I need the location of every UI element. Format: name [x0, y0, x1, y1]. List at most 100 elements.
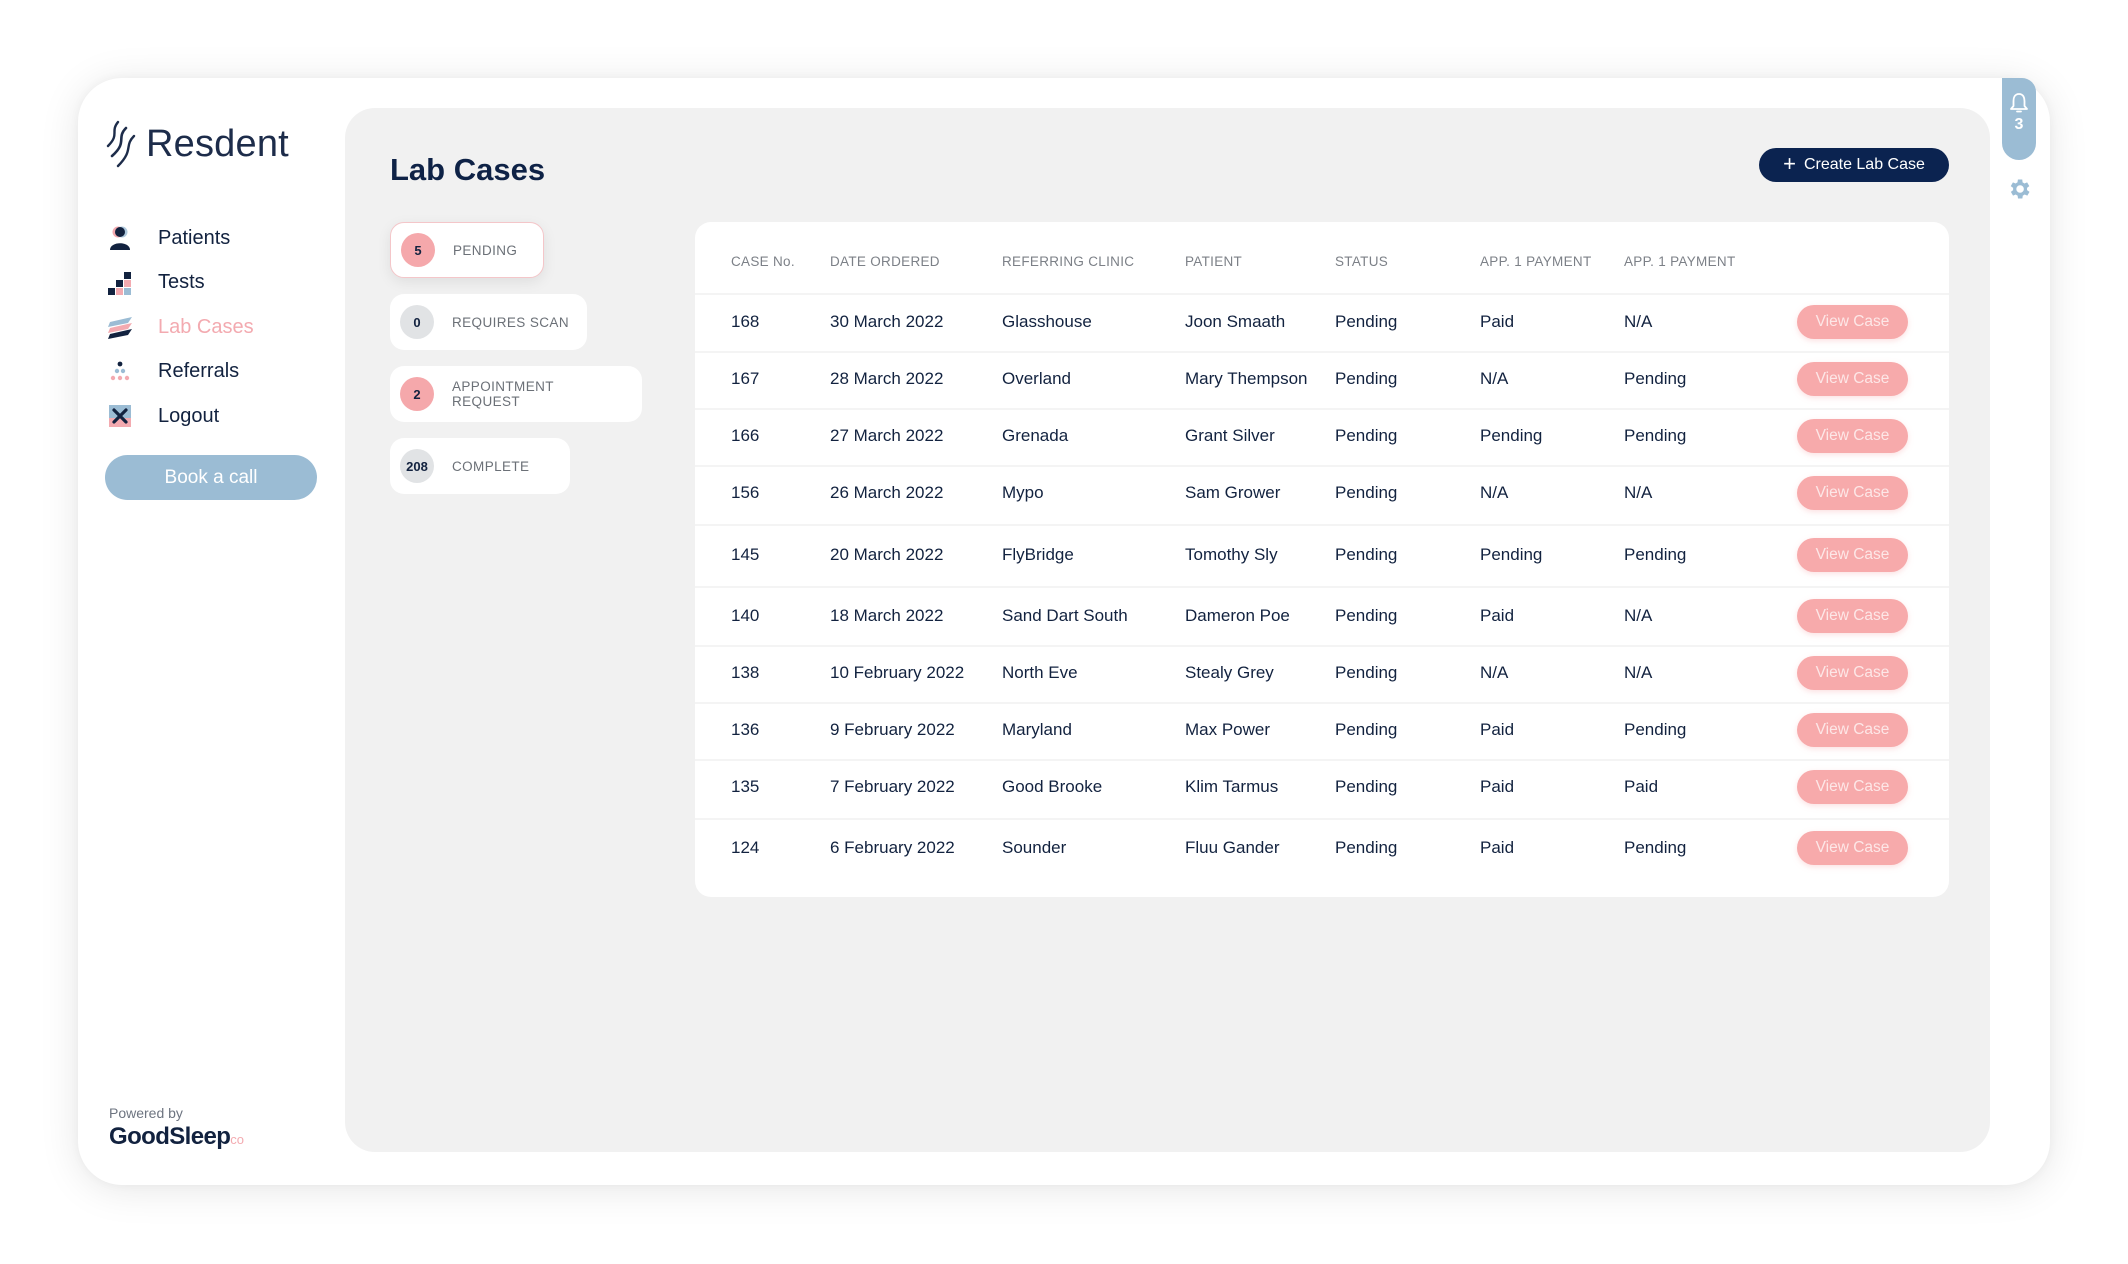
- view-case-button[interactable]: View Case: [1797, 599, 1908, 633]
- cell-status: Pending: [1335, 606, 1398, 625]
- cell-app2-payment: Pending: [1624, 369, 1687, 388]
- cell-referring-clinic: North Eve: [1002, 663, 1078, 682]
- cell-date-ordered: 9 February 2022: [830, 720, 955, 739]
- brand-logo[interactable]: Resdent: [102, 120, 289, 168]
- table-row: 156 26 March 2022 Mypo Sam Grower Pending N/A…: [695, 465, 1949, 526]
- cell-referring-clinic: Maryland: [1002, 720, 1072, 739]
- sidebar-item-patients[interactable]: Patients: [106, 216, 254, 261]
- cell-date-ordered: 30 March 2022: [830, 312, 944, 331]
- cell-case-number: 140: [731, 606, 760, 625]
- create-lab-case-button[interactable]: + Create Lab Case: [1759, 148, 1949, 182]
- cell-status: Pending: [1335, 369, 1398, 388]
- cell-status: Pending: [1335, 838, 1398, 857]
- cell-referring-clinic: Sounder: [1002, 838, 1067, 857]
- cell-referring-clinic: Good Brooke: [1002, 777, 1103, 796]
- view-case-button[interactable]: View Case: [1797, 362, 1908, 396]
- cell-referring-clinic: FlyBridge: [1002, 545, 1074, 564]
- cell-app1-payment: N/A: [1480, 483, 1509, 502]
- view-case-button[interactable]: View Case: [1797, 538, 1908, 572]
- cell-status: Pending: [1335, 312, 1398, 331]
- sidebar-nav: Patients Tests Lab Cases Referrals Logou…: [106, 216, 254, 439]
- plus-icon: +: [1783, 151, 1796, 176]
- table-row: 136 9 February 2022 Maryland Max Power Pendi…: [695, 702, 1949, 761]
- table-row: 167 28 March 2022 Overland Mary Thempson Pen…: [695, 351, 1949, 410]
- table-row: 138 10 February 2022 North Eve Stealy Grey P…: [695, 645, 1949, 704]
- cell-app1-payment: Paid: [1480, 838, 1515, 857]
- filter-label: APPOINTMENT REQUEST: [452, 379, 554, 409]
- filter-pending[interactable]: 5 PENDING: [390, 222, 544, 278]
- cell-app1-payment: Pending: [1480, 545, 1543, 564]
- cell-app1-payment: Paid: [1480, 777, 1515, 796]
- filter-count-badge: 5: [401, 233, 435, 267]
- lab-cases-table: CASE No. DATE ORDERED REFERRING CLINIC P…: [695, 222, 1949, 897]
- filter-complete[interactable]: 208 COMPLETE: [390, 438, 570, 494]
- notifications-button[interactable]: 3: [2002, 78, 2036, 160]
- filter-count-badge: 208: [400, 449, 434, 483]
- sidebar-item-tests[interactable]: Tests: [106, 261, 254, 306]
- page-title: Lab Cases: [390, 152, 546, 187]
- cell-case-number: 156: [731, 483, 760, 502]
- sidebar-item-logout[interactable]: Logout: [106, 394, 254, 439]
- column-header-app2-payment[interactable]: APP. 1 PAYMENT: [1624, 254, 1736, 269]
- cell-case-number: 145: [731, 545, 760, 564]
- column-header-referring-clinic[interactable]: REFERRING CLINIC: [1002, 254, 1134, 269]
- view-case-button[interactable]: View Case: [1797, 831, 1908, 865]
- cell-referring-clinic: Sand Dart South: [1002, 606, 1128, 625]
- partner-logo[interactable]: GoodSleepco: [109, 1123, 244, 1151]
- filter-label: PENDING: [453, 242, 518, 258]
- column-header-status[interactable]: STATUS: [1335, 254, 1388, 269]
- book-a-call-button[interactable]: Book a call: [105, 455, 317, 500]
- view-case-button[interactable]: View Case: [1797, 770, 1908, 804]
- cell-date-ordered: 27 March 2022: [830, 426, 944, 445]
- view-case-button[interactable]: View Case: [1797, 713, 1908, 747]
- cell-app2-payment: N/A: [1624, 483, 1653, 502]
- brand-name: Resdent: [146, 122, 289, 165]
- filter-count-badge: 2: [400, 377, 434, 411]
- filter-requires-scan[interactable]: 0 REQUIRES SCAN: [390, 294, 587, 350]
- table-row: 140 18 March 2022 Sand Dart South Dameron P…: [695, 586, 1949, 647]
- column-header-app1-payment[interactable]: APP. 1 PAYMENT: [1480, 254, 1592, 269]
- create-lab-case-label: Create Lab Case: [1803, 156, 1925, 173]
- referrals-icon: [106, 358, 134, 386]
- cell-patient-name: Fluu Gander: [1185, 838, 1280, 857]
- cell-app2-payment: Pending: [1624, 426, 1687, 445]
- column-header-date-ordered[interactable]: DATE ORDERED: [830, 254, 940, 269]
- table-row: 145 20 March 2022 FlyBridge Tomothy Sly Pend…: [695, 524, 1949, 588]
- patients-icon: [106, 224, 134, 252]
- filter-appointment-request[interactable]: 2 APPOINTMENT REQUEST: [390, 366, 642, 422]
- notification-count: 3: [2014, 116, 2024, 133]
- gear-icon[interactable]: [2006, 176, 2032, 202]
- cell-case-number: 136: [731, 720, 760, 739]
- cell-status: Pending: [1335, 426, 1398, 445]
- cell-case-number: 166: [731, 426, 760, 445]
- sidebar-item-referrals[interactable]: Referrals: [106, 350, 254, 395]
- cell-app2-payment: Pending: [1624, 545, 1687, 564]
- view-case-button[interactable]: View Case: [1797, 419, 1908, 453]
- column-header-patient[interactable]: PATIENT: [1185, 254, 1242, 269]
- powered-by-label: Powered by: [109, 1105, 183, 1121]
- cell-app2-payment: Paid: [1624, 777, 1659, 796]
- cell-date-ordered: 6 February 2022: [830, 838, 955, 857]
- sidebar-item-lab-cases[interactable]: Lab Cases: [106, 305, 254, 350]
- filter-count-badge: 0: [400, 305, 434, 339]
- cell-case-number: 168: [731, 312, 760, 331]
- cell-referring-clinic: Mypo: [1002, 483, 1044, 502]
- cell-app2-payment: N/A: [1624, 663, 1653, 682]
- view-case-button[interactable]: View Case: [1797, 305, 1908, 339]
- partner-name: GoodSleep: [109, 1123, 231, 1150]
- view-case-button[interactable]: View Case: [1797, 476, 1908, 510]
- cell-status: Pending: [1335, 545, 1398, 564]
- cell-app2-payment: N/A: [1624, 312, 1653, 331]
- cell-patient-name: Max Power: [1185, 720, 1271, 739]
- bell-icon: [2010, 93, 2028, 113]
- partner-suffix: co: [230, 1132, 245, 1147]
- cell-patient-name: Sam Grower: [1185, 483, 1281, 502]
- view-case-button[interactable]: View Case: [1797, 656, 1908, 690]
- cell-app1-payment: N/A: [1480, 663, 1509, 682]
- cell-app1-payment: Paid: [1480, 720, 1515, 739]
- cell-referring-clinic: Glasshouse: [1002, 312, 1092, 331]
- table-row: 135 7 February 2022 Good Brooke Klim Tarmus…: [695, 759, 1949, 820]
- cell-date-ordered: 26 March 2022: [830, 483, 944, 502]
- column-header-case-no[interactable]: CASE No.: [731, 254, 795, 269]
- cell-referring-clinic: Overland: [1002, 369, 1071, 388]
